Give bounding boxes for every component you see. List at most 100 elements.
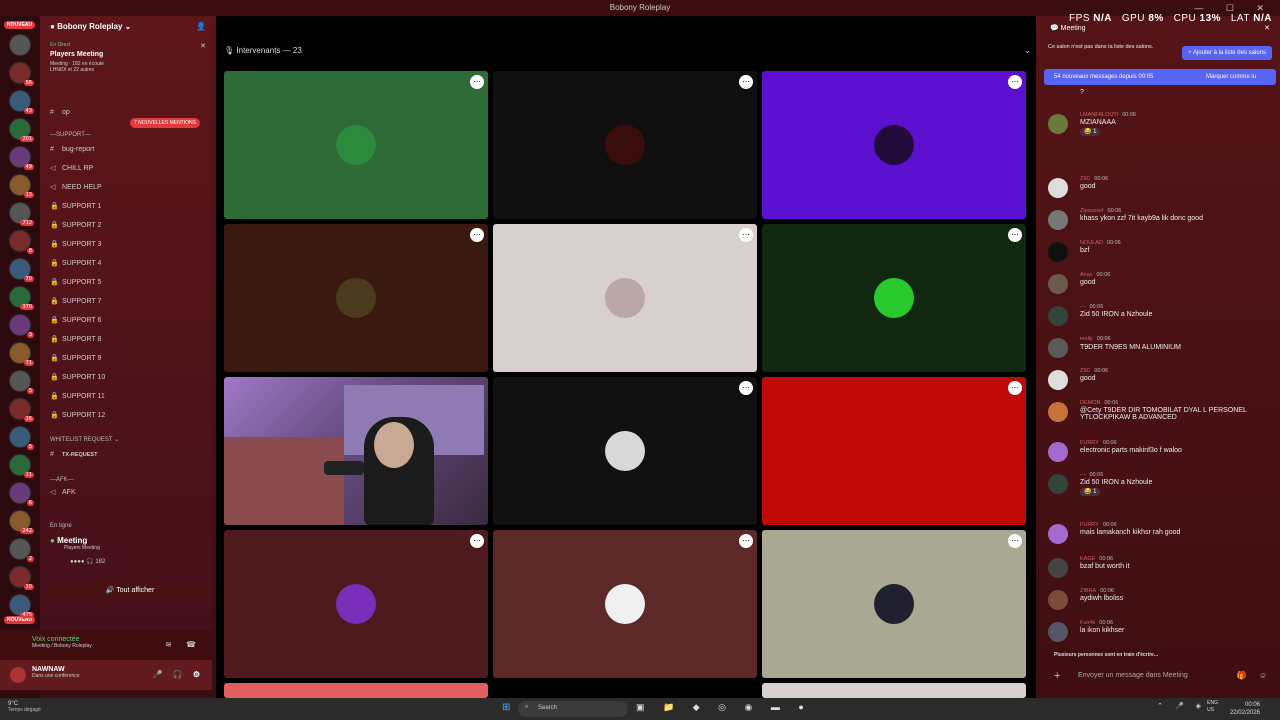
message-author[interactable]: FURRY	[1080, 440, 1099, 446]
speaker-tile[interactable]: ⋯	[493, 224, 757, 372]
disconnect-icon[interactable]: ≋ ☎	[165, 640, 202, 649]
server-icon[interactable]: 475	[9, 594, 34, 618]
reaction-count[interactable]: 😂 1	[1080, 128, 1101, 136]
channel-item[interactable]: 🔒 SUPPORT 7	[50, 295, 101, 309]
guild-header[interactable]: ● Bobony Roleplay ⌄ 👤	[40, 16, 212, 42]
channel-item[interactable]: ◁ NEED HELP	[50, 181, 102, 195]
add-to-list-button[interactable]: + Ajouter à la liste des salons	[1182, 46, 1272, 60]
avatar[interactable]	[1048, 402, 1068, 422]
reaction[interactable]: 😂 1	[1080, 488, 1274, 496]
language-indicator[interactable]: ENG US	[1207, 700, 1218, 714]
channel-item[interactable]: 🔒 SUPPORT 6	[50, 314, 101, 328]
speaker-tile[interactable]	[224, 683, 488, 698]
chat-message[interactable]: —00:06 Zid 50 IRON a Nzhoule	[1048, 304, 1274, 326]
server-icon[interactable]: 43	[9, 90, 34, 114]
speaker-tile[interactable]: ⋯	[493, 71, 757, 219]
tile-options-icon[interactable]: ⋯	[739, 534, 753, 548]
chat-message[interactable]: Zlyoussef 00:06 khass ykon zzf 7it kayb9a …	[1048, 208, 1274, 230]
speaker-tile[interactable]: ⋯	[762, 377, 1026, 525]
avatar[interactable]	[1048, 338, 1068, 358]
chat-message[interactable]: NOULAD 00:06 bzf	[1048, 240, 1274, 262]
server-icon[interactable]: 3	[9, 314, 34, 338]
message-author[interactable]: Ⲙolly	[1080, 336, 1093, 342]
avatar[interactable]	[1048, 306, 1068, 326]
clock[interactable]: 00:06 22/02/2026	[1230, 701, 1260, 717]
channel-item[interactable]: 🔒 SUPPORT 4	[50, 257, 101, 271]
server-icon[interactable]: 2	[9, 538, 34, 562]
composer-tools[interactable]: 🎁 ☺	[1237, 671, 1272, 680]
speaker-tile[interactable]	[762, 683, 1026, 698]
channel-op[interactable]: # op	[50, 106, 70, 120]
server-icon[interactable]: 5	[9, 370, 34, 394]
new-mentions-pill[interactable]: 7 NOUVELLES MENTIONS	[130, 118, 200, 128]
channel-item[interactable]: ◁ CHILL RP	[50, 162, 93, 176]
plus-icon[interactable]: +	[1054, 670, 1060, 682]
channel-item[interactable]: 🔒 SUPPORT 1	[50, 200, 101, 214]
server-icon[interactable]: 5	[9, 426, 34, 450]
message-input[interactable]: + Envoyer un message dans Meeting 🎁 ☺	[1048, 666, 1274, 688]
server-icon[interactable]: 8	[9, 230, 34, 254]
close-icon[interactable]: ✕	[200, 42, 206, 50]
chevron-down-icon[interactable]: ⌄	[1024, 46, 1031, 55]
chat-message[interactable]: ZIBRA 00:06 aydiwh lboliss	[1048, 588, 1274, 610]
avatar[interactable]	[1048, 622, 1068, 642]
channel-item[interactable]: 🔒 SUPPORT 2	[50, 219, 101, 233]
channel-item[interactable]: 🔒 SUPPORT 3	[50, 238, 101, 252]
avatar[interactable]	[1048, 274, 1068, 294]
channel-item[interactable]: 🔒 SUPPORT 10	[50, 371, 105, 385]
server-icon[interactable]: 242	[9, 510, 34, 534]
chat-message[interactable]: —00:06 Zid 50 IRON a Nzhoule 😂 1	[1048, 472, 1274, 496]
channel-item[interactable]: 🔒 SUPPORT 12	[50, 409, 105, 423]
chat-message[interactable]: FURRY 00:06 electronic parts makinf3o f wa…	[1048, 440, 1274, 462]
avatar[interactable]	[1048, 242, 1068, 262]
chat-message[interactable]: KAGE 00:06 bzaf but worth it	[1048, 556, 1274, 578]
avatar[interactable]	[1048, 442, 1068, 462]
channel-item[interactable]: 🔒 SUPPORT 8	[50, 333, 101, 347]
tile-options-icon[interactable]: ⋯	[470, 228, 484, 242]
avatar[interactable]	[1048, 558, 1068, 578]
server-icon[interactable]: 56	[9, 62, 34, 86]
server-icon[interactable]: 712	[9, 202, 34, 226]
server-icon[interactable]	[9, 34, 31, 56]
server-icon[interactable]: 13	[9, 174, 34, 198]
tile-options-icon[interactable]: ⋯	[470, 534, 484, 548]
category-whitelist[interactable]: WHITELIST REQUEST ⌄	[50, 436, 119, 443]
avatar[interactable]	[10, 667, 26, 683]
message-author[interactable]: —	[1080, 472, 1086, 478]
avatar[interactable]	[1048, 370, 1068, 390]
taskbar-apps[interactable]: ▣ 📁 ◆ ◎ ◉ ▬ ●	[636, 702, 812, 713]
server-icon[interactable]: 6	[9, 482, 34, 506]
weather-widget[interactable]: 9°C Temps dégagé	[8, 701, 41, 713]
chat-message[interactable]: LMANFALOUTI 00:06 MZIANAAA 😂 1	[1048, 112, 1274, 136]
speaker-tile[interactable]: ⋯	[224, 71, 488, 219]
tile-options-icon[interactable]: ⋯	[1008, 381, 1022, 395]
tile-options-icon[interactable]: ⋯	[739, 228, 753, 242]
tile-options-icon[interactable]: ⋯	[1008, 534, 1022, 548]
tile-options-icon[interactable]: ⋯	[1008, 228, 1022, 242]
chat-message[interactable]: Z9C 00:06 good	[1048, 368, 1274, 390]
tile-options-icon[interactable]: ⋯	[1008, 75, 1022, 89]
reaction[interactable]: 😂 1	[1080, 128, 1274, 136]
reaction-count[interactable]: 😂 1	[1080, 488, 1101, 496]
server-icon[interactable]: 70	[9, 258, 34, 282]
message-author[interactable]: ZIBRA	[1080, 588, 1096, 594]
user-controls[interactable]: 🎤 🎧 ⚙	[152, 670, 204, 679]
show-all-button[interactable]: 🔊 Tout afficher	[50, 582, 210, 600]
message-author[interactable]: Z9C	[1080, 176, 1090, 182]
speaker-tile[interactable]: ⋯	[224, 530, 488, 678]
message-author[interactable]: KAGE	[1080, 556, 1095, 562]
server-icon[interactable]: 201	[9, 118, 34, 142]
avatar[interactable]	[1048, 178, 1068, 198]
add-member-icon[interactable]: 👤	[196, 22, 206, 31]
chat-message[interactable]: ?	[1048, 88, 1274, 96]
category-support[interactable]: —SUPPORT—	[50, 132, 91, 138]
server-icon[interactable]: 11	[9, 454, 34, 478]
message-author[interactable]: Fuir4k	[1080, 620, 1095, 626]
speaker-tile[interactable]: ⋯	[493, 530, 757, 678]
chat-message[interactable]: FURRY 00:06 mais lamakanch kikhsr rah good	[1048, 522, 1274, 544]
speaker-tile[interactable]: ⋯	[762, 530, 1026, 678]
server-icon[interactable]: 71	[9, 342, 34, 366]
tile-options-icon[interactable]: ⋯	[739, 381, 753, 395]
windows-start-icon[interactable]: ⊞	[502, 702, 510, 713]
chat-message[interactable]: Ⲙolly 00:06 T9DER TN9ES MN ALUMINIUM	[1048, 336, 1274, 358]
